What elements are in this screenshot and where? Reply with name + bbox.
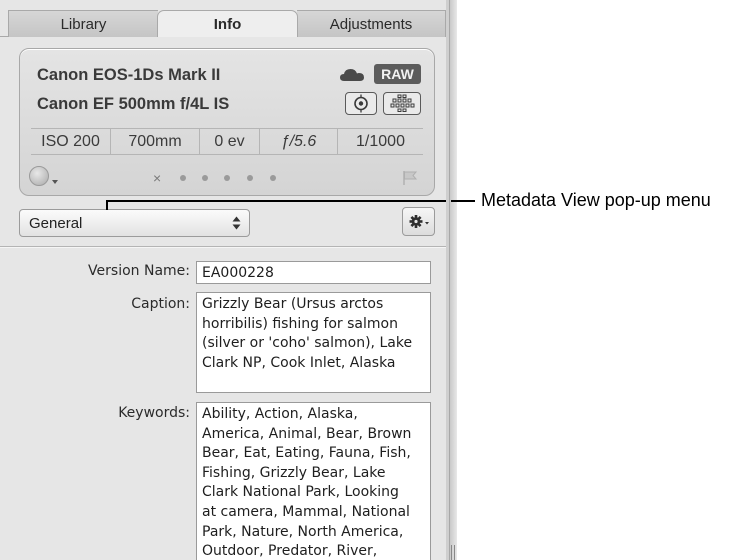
- raw-badge: RAW: [374, 64, 421, 84]
- callout-leader-line: [106, 200, 446, 202]
- rating-dot-4[interactable]: [247, 175, 253, 181]
- action-menu-button[interactable]: [402, 207, 435, 236]
- tab-adjustments-label: Adjustments: [329, 15, 413, 33]
- rating-dot-5[interactable]: [270, 175, 276, 181]
- keywords-field[interactable]: Ability, Action, Alaska, America, Animal…: [196, 402, 431, 560]
- select-arrows-icon: [232, 216, 241, 230]
- exif-iso: ISO 200: [31, 129, 111, 154]
- rating-dot-3[interactable]: [224, 175, 230, 181]
- exif-focal-length: 700mm: [111, 129, 200, 154]
- exif-exposure-bias: 0 ev: [200, 129, 260, 154]
- camera-body-name: Canon EOS-1Ds Mark II: [37, 66, 221, 84]
- tab-adjustments[interactable]: Adjustments: [297, 10, 446, 37]
- metadata-view-selected: General: [29, 214, 83, 232]
- version-name-field[interactable]: EA000228: [196, 261, 431, 284]
- exif-shutter-speed: 1/1000: [356, 132, 405, 150]
- exif-aperture: ƒ/5.6: [260, 129, 338, 154]
- grid-icon[interactable]: [383, 92, 421, 115]
- caption-field[interactable]: Grizzly Bear (Ursus arctos horribilis) f…: [196, 292, 431, 393]
- resize-grip-icon[interactable]: [451, 545, 455, 560]
- tab-library-label: Library: [60, 15, 107, 33]
- color-label-icon[interactable]: [29, 166, 49, 186]
- tab-info-label: Info: [213, 15, 242, 33]
- callout-leader-line-right: [451, 200, 475, 202]
- caption-label: Caption:: [131, 296, 190, 312]
- cloud-icon: [340, 69, 364, 81]
- callout-label: Metadata View pop-up menu: [481, 190, 711, 210]
- rating-dot-2[interactable]: [202, 175, 208, 181]
- section-divider-highlight: [0, 247, 446, 248]
- keywords-label: Keywords:: [118, 405, 190, 421]
- metadata-view-popup-menu[interactable]: General: [19, 209, 250, 237]
- gear-icon: [409, 215, 429, 228]
- reject-icon[interactable]: ×: [153, 170, 161, 186]
- tab-library[interactable]: Library: [8, 10, 158, 37]
- camera-lens-name: Canon EF 500mm f/4L IS: [37, 95, 230, 113]
- callout-leader-tick: [106, 200, 108, 210]
- rating-dot-1[interactable]: [180, 175, 186, 181]
- focus-point-icon[interactable]: [345, 92, 377, 115]
- exif-row: ISO 200 700mm 0 ev ƒ/5.6 1/1000: [31, 128, 423, 155]
- camera-info-card: Canon EOS-1Ds Mark II Canon EF 500mm f/4…: [19, 48, 435, 196]
- flag-icon[interactable]: [401, 170, 419, 186]
- version-name-label: Version Name:: [88, 263, 190, 279]
- inspector-panel: Library Info Adjustments Canon EOS-1Ds M…: [0, 0, 449, 560]
- panel-resize-edge[interactable]: [449, 0, 457, 560]
- tab-info[interactable]: Info: [157, 10, 298, 37]
- chevron-down-icon: [52, 180, 58, 184]
